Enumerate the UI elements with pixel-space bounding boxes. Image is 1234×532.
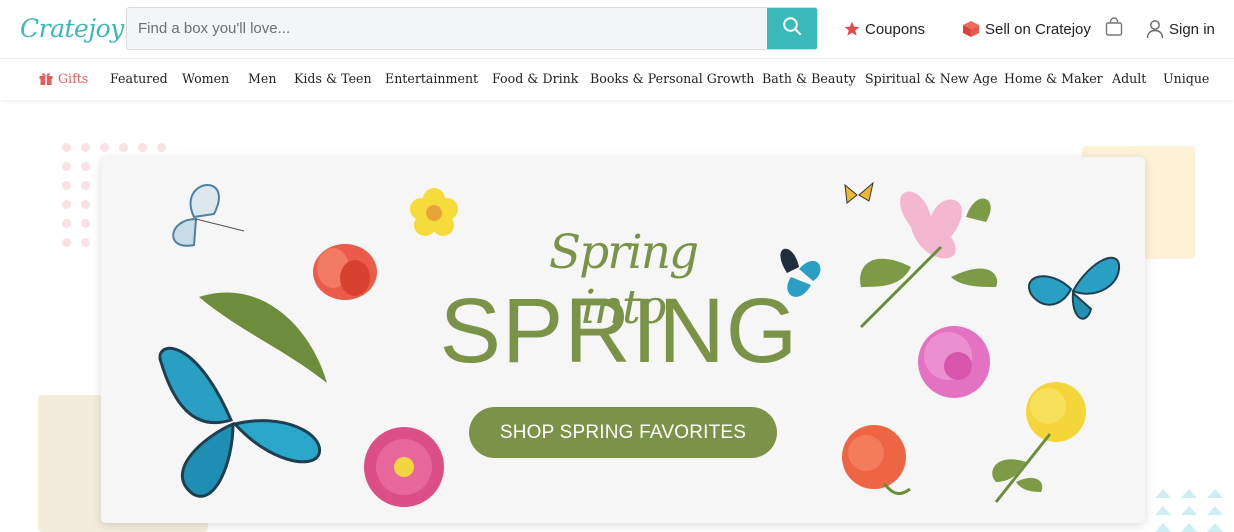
nav-item-men[interactable]: Men bbox=[248, 71, 276, 86]
daisy-illustration bbox=[364, 427, 444, 507]
nav-item-food-drink[interactable]: Food & Drink bbox=[492, 71, 578, 86]
peony-illustration bbox=[918, 326, 990, 398]
sign-in-link[interactable]: Sign in bbox=[1146, 17, 1215, 41]
coupons-label: Coupons bbox=[865, 20, 926, 38]
sell-label: Sell on Cratejoy bbox=[985, 20, 1091, 38]
shop-spring-favorites-button[interactable]: SHOP SPRING FAVORITES bbox=[469, 407, 777, 458]
nav-item-home-maker[interactable]: Home & Maker bbox=[1004, 71, 1103, 86]
sell-on-cratejoy-link[interactable]: Sell on Cratejoy bbox=[962, 17, 1091, 41]
search-input[interactable] bbox=[127, 8, 767, 49]
daffodil-illustration bbox=[410, 188, 458, 236]
coupons-link[interactable]: Coupons bbox=[844, 17, 925, 41]
nav-item-women[interactable]: Women bbox=[182, 71, 229, 86]
leaf-illustration bbox=[199, 292, 327, 383]
nav-item-entertainment[interactable]: Entertainment bbox=[385, 71, 478, 86]
gift-icon bbox=[39, 72, 53, 85]
sign-in-label: Sign in bbox=[1169, 20, 1215, 38]
butterfly-illustration bbox=[158, 346, 321, 498]
butterfly-illustration bbox=[1028, 257, 1121, 320]
nav-item-gifts[interactable]: Gifts bbox=[39, 71, 88, 86]
nav-item-books-personal-growth[interactable]: Books & Personal Growth bbox=[590, 71, 754, 86]
site-header: Cratejoy Coupons Sell on Cratejoy Sign i… bbox=[0, 0, 1234, 58]
cart-button[interactable] bbox=[1104, 17, 1124, 41]
yellow-flower-illustration bbox=[992, 382, 1086, 503]
nav-item-kids-teen[interactable]: Kids & Teen bbox=[294, 71, 372, 86]
nav-item-unique[interactable]: Unique bbox=[1163, 71, 1209, 86]
search-bar bbox=[126, 7, 818, 50]
search-button[interactable] bbox=[767, 8, 817, 49]
nav-item-spiritual-new-age[interactable]: Spiritual & New Age bbox=[865, 71, 998, 86]
lily-illustration bbox=[859, 191, 998, 329]
nav-item-bath-beauty[interactable]: Bath & Beauty bbox=[762, 71, 856, 86]
nav-item-adult[interactable]: Adult bbox=[1112, 71, 1146, 86]
hero-banner[interactable]: Spring into SPRING SHOP SPRING FAVORITES bbox=[101, 157, 1145, 523]
logo[interactable]: Cratejoy bbox=[20, 9, 124, 49]
star-icon bbox=[844, 21, 860, 37]
box-icon bbox=[962, 20, 980, 38]
bag-icon bbox=[1104, 17, 1124, 41]
butterfly-illustration bbox=[172, 183, 245, 247]
search-icon bbox=[782, 16, 802, 41]
hero-main-title: SPRING bbox=[439, 280, 799, 382]
nav-item-featured[interactable]: Featured bbox=[110, 71, 168, 86]
butterfly-illustration bbox=[844, 181, 874, 204]
carnation-illustration bbox=[842, 425, 911, 495]
user-icon bbox=[1146, 19, 1164, 39]
category-nav: Gifts Featured Women Men Kids & Teen Ent… bbox=[0, 58, 1234, 100]
tulip-illustration bbox=[313, 244, 377, 300]
